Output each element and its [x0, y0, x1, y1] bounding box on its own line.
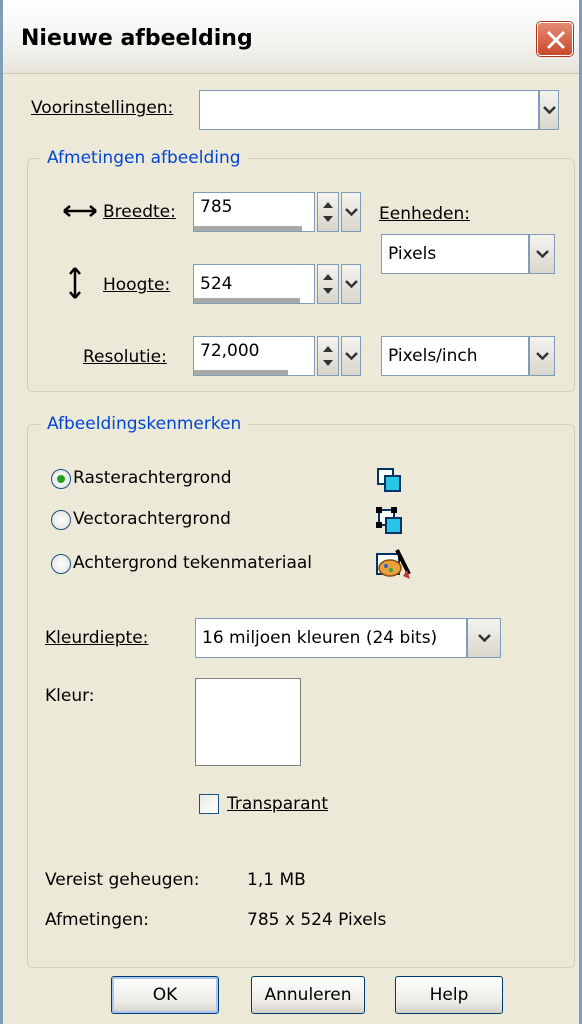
- dimensions-group-title: Afmetingen afbeelding: [41, 148, 247, 168]
- units-select[interactable]: Pixels: [381, 234, 529, 274]
- color-label: Kleur:: [45, 686, 95, 706]
- spinner-arrows-icon: [323, 274, 333, 294]
- presets-dropdown-button[interactable]: [539, 90, 559, 130]
- width-label-text: Breedte:: [103, 202, 176, 222]
- spinner-arrows-icon: [323, 346, 333, 366]
- transparent-label[interactable]: Transparant: [227, 794, 328, 814]
- art-media-icon: [376, 549, 411, 579]
- height-slider-bar[interactable]: [194, 298, 300, 303]
- color-depth-dropdown-button[interactable]: [467, 618, 501, 658]
- vector-background-label[interactable]: Vectorachtergrond: [73, 509, 231, 529]
- transparent-label-text: Transparant: [227, 794, 328, 814]
- presets-label-text: Voorinstellingen:: [31, 98, 174, 118]
- height-label-text: Hoogte:: [103, 275, 171, 295]
- memory-label: Vereist geheugen:: [45, 870, 200, 890]
- resolution-label: Resolutie:: [83, 347, 167, 367]
- spinner-arrows-icon: [323, 202, 333, 222]
- size-value: 785 x 524 Pixels: [247, 910, 387, 930]
- height-value: 524: [200, 274, 233, 294]
- ok-button[interactable]: OK: [111, 976, 219, 1014]
- presets-label: Voorinstellingen:: [31, 98, 173, 118]
- width-slider-bar[interactable]: [194, 226, 302, 231]
- chevron-down-icon: [345, 352, 358, 360]
- width-input[interactable]: 785: [193, 192, 315, 232]
- width-label: Breedte:: [103, 202, 176, 222]
- chevron-down-icon: [536, 352, 549, 360]
- vector-background-radio[interactable]: [51, 510, 71, 530]
- raster-background-radio[interactable]: [51, 469, 71, 489]
- raster-layer-icon: [377, 468, 401, 492]
- units-label: Eenheden:: [379, 204, 470, 224]
- background-color-swatch[interactable]: [195, 678, 301, 766]
- color-depth-label: Kleurdiepte:: [45, 628, 148, 648]
- resolution-spinner[interactable]: [317, 336, 339, 376]
- transparent-checkbox[interactable]: [199, 794, 219, 814]
- help-button[interactable]: Help: [395, 976, 503, 1014]
- width-dropdown-button[interactable]: [341, 192, 361, 232]
- height-spinner[interactable]: [317, 264, 339, 304]
- resolution-slider-bar[interactable]: [194, 370, 288, 375]
- chevron-down-icon: [543, 106, 556, 114]
- color-depth-label-text: Kleurdiepte:: [45, 628, 149, 648]
- memory-value: 1,1 MB: [247, 870, 306, 890]
- width-arrows-icon: [63, 205, 97, 217]
- units-dropdown-button[interactable]: [529, 234, 555, 274]
- height-input[interactable]: 524: [193, 264, 315, 304]
- raster-background-label[interactable]: Rasterachtergrond: [73, 468, 232, 488]
- color-depth-value: 16 miljoen kleuren (24 bits): [202, 628, 438, 648]
- characteristics-group-title: Afbeeldingskenmerken: [41, 414, 248, 434]
- height-label: Hoogte:: [103, 275, 170, 295]
- units-value: Pixels: [388, 244, 437, 264]
- color-depth-select[interactable]: 16 miljoen kleuren (24 bits): [195, 618, 467, 658]
- resolution-input[interactable]: 72,000: [193, 336, 315, 376]
- chevron-down-icon: [345, 208, 358, 216]
- height-arrows-icon: [69, 267, 81, 299]
- height-dropdown-button[interactable]: [341, 264, 361, 304]
- chevron-down-icon: [536, 250, 549, 258]
- width-spinner[interactable]: [317, 192, 339, 232]
- resolution-units-value: Pixels/inch: [388, 346, 478, 366]
- width-value: 785: [200, 197, 233, 217]
- close-icon: [547, 31, 565, 49]
- resolution-units-select[interactable]: Pixels/inch: [381, 336, 529, 376]
- chevron-down-icon: [345, 280, 358, 288]
- chevron-down-icon: [478, 634, 491, 642]
- dialog-title: Nieuwe afbeelding: [21, 26, 253, 51]
- size-label: Afmetingen:: [45, 910, 149, 930]
- resolution-label-text: Resolutie:: [83, 347, 167, 367]
- vector-layer-icon: [376, 507, 402, 534]
- resolution-dropdown-button[interactable]: [341, 336, 361, 376]
- units-label-text: Eenheden:: [379, 204, 470, 224]
- presets-input[interactable]: [199, 90, 539, 130]
- radio-selected-dot: [57, 475, 65, 483]
- resolution-value: 72,000: [200, 341, 260, 361]
- art-media-background-label[interactable]: Achtergrond tekenmateriaal: [73, 553, 312, 573]
- close-button[interactable]: [537, 22, 573, 56]
- art-media-background-radio[interactable]: [51, 554, 71, 574]
- title-bar[interactable]: Nieuwe afbeelding: [3, 0, 579, 74]
- cancel-button[interactable]: Annuleren: [251, 976, 365, 1014]
- new-image-dialog: Nieuwe afbeelding Voorinstellingen: Afme…: [0, 0, 582, 1024]
- resolution-units-dropdown-button[interactable]: [529, 336, 555, 376]
